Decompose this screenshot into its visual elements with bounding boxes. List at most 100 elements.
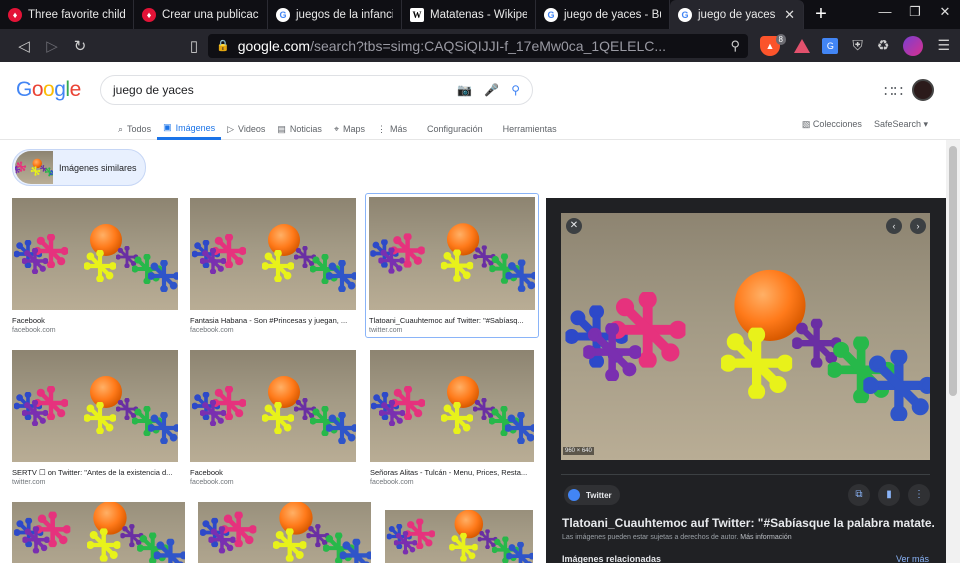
source-chip[interactable]: Twitter (564, 485, 620, 505)
image-result-card[interactable]: Fantasia Habana - Son #Princesas y juega… (190, 198, 356, 334)
result-thumbnail[interactable] (385, 510, 533, 563)
tab-label: juego de yaces - (698, 8, 779, 21)
camera-icon[interactable]: 📷 (457, 83, 472, 97)
result-caption[interactable]: SERTV ☐ on Twitter: "Antes de la existen… (12, 468, 178, 477)
wikipedia-icon: W (410, 7, 424, 22)
browser-toolbar: ◁ ▷ ↻ ▯ 🔒 google.com /search?tbs=simg:CA… (0, 29, 960, 62)
google-icon: G (276, 7, 290, 22)
result-source[interactable]: facebook.com (190, 479, 356, 486)
brave-rewards-icon[interactable] (794, 38, 810, 53)
google-logo[interactable]: Google (16, 78, 81, 102)
result-thumbnail[interactable] (12, 350, 178, 462)
new-tab-button[interactable]: + (804, 0, 838, 29)
page-scrollbar[interactable] (946, 140, 960, 563)
preview-title[interactable]: Tlatoani_Cuauhtemoc auf Twitter: "#Sabía… (562, 516, 934, 530)
google-icon: G (678, 7, 692, 22)
scrollbar-thumb[interactable] (949, 146, 957, 396)
tab-noticias[interactable]: ▤ Noticias (271, 118, 328, 140)
puzzle-icon[interactable]: ♻ (877, 37, 890, 54)
browser-tab[interactable]: W Matatenas - Wikipedia (402, 0, 536, 29)
reload-icon[interactable]: ↻ (66, 37, 94, 55)
apps-grid-icon[interactable]: ∷∷ (884, 82, 903, 100)
result-source[interactable]: facebook.com (190, 327, 356, 334)
result-caption[interactable]: Tlatoani_Cuauhtemoc auf Twitter: "#Sabía… (369, 316, 535, 325)
tab-label: Imágenes (175, 122, 216, 133)
image-result-card[interactable]: Tlatoani_Cuauhtemoc auf Twitter: "#Sabía… (365, 193, 539, 338)
url-path: /search?tbs=simg:CAQSiQIJJI-f_17eMw0ca_1… (310, 37, 667, 54)
image-result-card[interactable] (385, 510, 533, 563)
address-bar[interactable]: 🔒 google.com /search?tbs=simg:CAQSiQIJJI… (208, 33, 748, 58)
chevron-left-icon[interactable]: ‹ (886, 218, 902, 234)
hive-icon: ♦ (8, 7, 22, 22)
bookmark-icon[interactable]: ▯ (180, 37, 208, 55)
tab-ms[interactable]: ⋮ Más (371, 118, 413, 140)
tab-label: Videos (238, 124, 266, 134)
tab-maps[interactable]: ⌖ Maps (328, 118, 371, 140)
tab-label: Maps (343, 124, 366, 134)
browser-tab[interactable]: Gjuego de yaces - Búsq (536, 0, 670, 29)
shield-extension-icon[interactable]: ⛨ (852, 37, 863, 54)
browser-tab[interactable]: Gjuegos de la infancia (268, 0, 402, 29)
search-icon[interactable]: ⚲ (730, 38, 740, 54)
browser-tab[interactable]: ♦ Three favorite childho (0, 0, 134, 29)
search-input[interactable]: juego de yaces (113, 83, 445, 97)
image-result-card[interactable]: Facebook facebook.com (12, 198, 178, 334)
image-result-card[interactable]: Señoras Alitas - Tulcán - Menu, Prices, … (370, 350, 534, 486)
tab-videos[interactable]: ▷ Videos (221, 118, 271, 140)
minimize-icon[interactable]: — (870, 0, 900, 29)
result-thumbnail[interactable] (369, 197, 535, 310)
result-source[interactable]: twitter.com (369, 327, 535, 334)
safesearch-link[interactable]: SafeSearch ▾ (874, 119, 928, 130)
result-source[interactable]: facebook.com (12, 327, 178, 334)
result-source[interactable]: twitter.com (12, 479, 178, 486)
collections-link[interactable]: ▧ Colecciones (802, 119, 862, 130)
result-thumbnail[interactable] (190, 350, 356, 462)
microphone-icon[interactable]: 🎤 (484, 83, 499, 97)
tab-herramientas[interactable]: Herramientas (497, 118, 563, 140)
translate-icon[interactable]: G (822, 37, 839, 54)
close-tab-icon[interactable]: ✕ (778, 7, 795, 23)
tab-imgenes[interactable]: ▣ Imágenes (157, 118, 222, 140)
hive-icon: ♦ (142, 7, 156, 22)
tab-todos[interactable]: ⌕ Todos (112, 118, 157, 140)
menu-icon[interactable]: ☰ (937, 37, 950, 54)
similar-images-chip[interactable]: Imágenes similares (12, 149, 146, 186)
browser-tab[interactable]: ♦ Crear una publicación (134, 0, 268, 29)
result-thumbnail[interactable] (370, 350, 534, 462)
account-avatar[interactable] (912, 79, 934, 101)
preview-image[interactable] (561, 213, 930, 460)
back-icon[interactable]: ◁ (10, 37, 38, 55)
tab-label: Herramientas (502, 124, 557, 134)
search-box[interactable]: juego de yaces 📷 🎤 ⚲ (100, 75, 533, 105)
share-icon[interactable]: ⧉ (848, 484, 870, 506)
search-icon[interactable]: ⚲ (511, 83, 520, 97)
image-result-card[interactable] (198, 502, 371, 563)
result-thumbnail[interactable] (12, 198, 178, 310)
result-caption[interactable]: Facebook (12, 316, 178, 325)
brave-shield-icon[interactable]: ▲ 8 (760, 33, 786, 56)
image-result-card[interactable] (12, 502, 185, 563)
result-source[interactable]: facebook.com (370, 479, 534, 486)
video-icon: ▷ (227, 123, 235, 134)
chevron-right-icon[interactable]: › (910, 218, 926, 234)
close-icon[interactable]: ✕ (566, 218, 582, 234)
image-result-card[interactable]: SERTV ☐ on Twitter: "Antes de la existen… (12, 350, 178, 486)
result-caption[interactable]: Fantasia Habana - Son #Princesas y juega… (190, 316, 356, 325)
forward-icon[interactable]: ▷ (38, 37, 66, 55)
browser-tab[interactable]: Gjuego de yaces - ✕ (670, 0, 804, 29)
result-caption[interactable]: Señoras Alitas - Tulcán - Menu, Prices, … (370, 468, 534, 477)
tab-label: Configuración (427, 124, 483, 134)
result-thumbnail[interactable] (198, 502, 371, 563)
more-info-link[interactable]: Más información (740, 534, 791, 541)
more-options-icon[interactable]: ⋮ (908, 484, 930, 506)
result-caption[interactable]: Facebook (190, 468, 356, 477)
profile-avatar[interactable] (903, 35, 924, 56)
image-result-card[interactable]: Facebook facebook.com (190, 350, 356, 486)
restore-icon[interactable]: ❐ (900, 0, 930, 29)
result-thumbnail[interactable] (12, 502, 185, 563)
save-icon[interactable]: ▮ (878, 484, 900, 506)
close-window-icon[interactable]: ✕ (930, 0, 960, 29)
tab-configuracin[interactable]: Configuración (421, 118, 489, 140)
result-thumbnail[interactable] (190, 198, 356, 310)
image-icon: ▣ (163, 122, 172, 132)
